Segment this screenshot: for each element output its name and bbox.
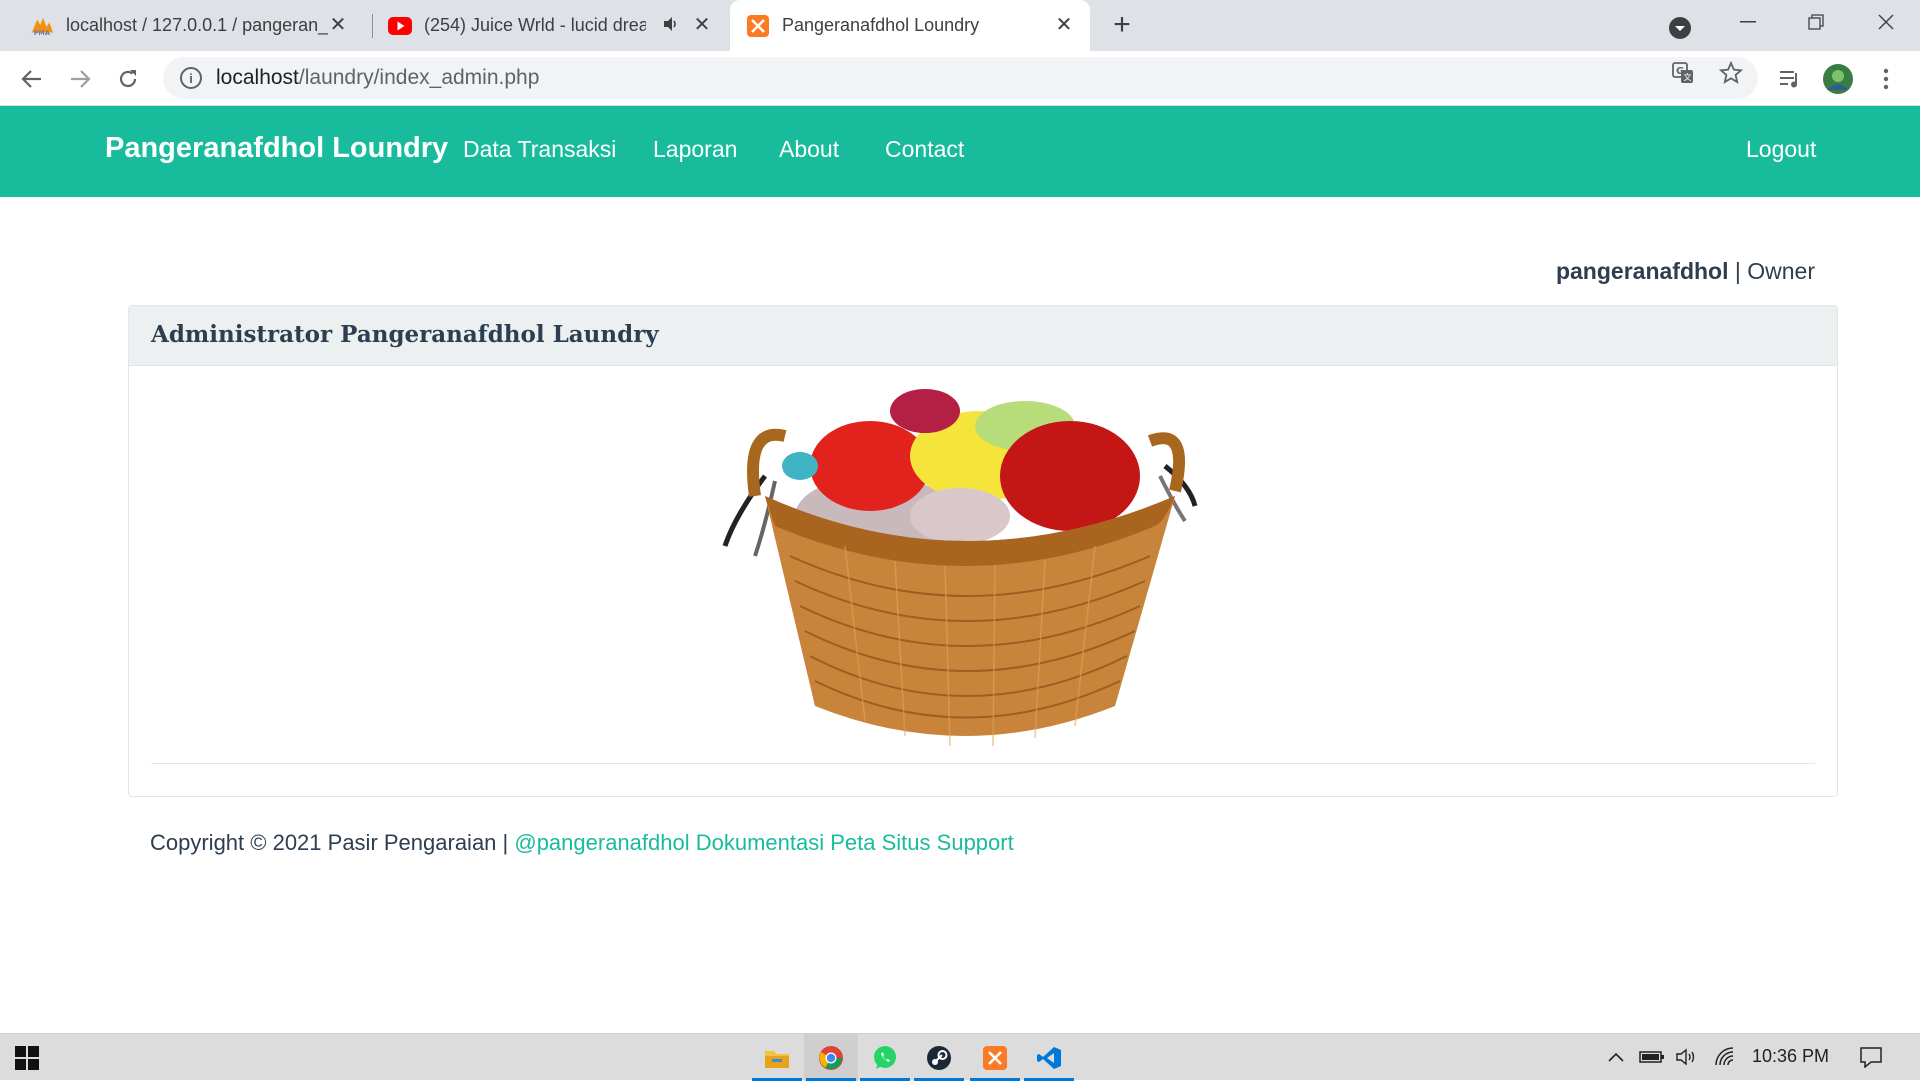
media-control-icon[interactable] bbox=[1774, 63, 1806, 95]
profile-avatar[interactable] bbox=[1822, 63, 1854, 95]
reload-icon[interactable] bbox=[112, 63, 144, 95]
translate-icon[interactable]: G文 bbox=[1670, 60, 1696, 86]
omnibox[interactable]: i localhost/laundry/index_admin.php bbox=[163, 57, 1758, 99]
nav-about[interactable]: About bbox=[779, 136, 839, 163]
svg-text:PMA: PMA bbox=[34, 29, 50, 37]
footer-copyright: Copyright © 2021 Pasir Pengaraian | bbox=[150, 830, 515, 855]
site-navbar: Pangeranafdhol Loundry Data Transaksi La… bbox=[0, 106, 1920, 197]
nav-contact[interactable]: Contact bbox=[885, 136, 964, 163]
url-text[interactable]: localhost/laundry/index_admin.php bbox=[216, 66, 539, 90]
card-divider bbox=[151, 763, 1815, 764]
svg-text:文: 文 bbox=[1684, 72, 1692, 82]
new-tab-button[interactable]: + bbox=[1106, 10, 1138, 42]
forward-arrow-icon[interactable] bbox=[64, 63, 96, 95]
notification-icon[interactable] bbox=[1856, 1044, 1886, 1070]
speaker-icon[interactable] bbox=[662, 15, 680, 38]
menu-kebab-icon[interactable] bbox=[1870, 63, 1902, 95]
back-arrow-icon[interactable] bbox=[16, 63, 48, 95]
username: pangeranafdhol bbox=[1555, 258, 1729, 284]
xampp-icon bbox=[746, 14, 770, 38]
logout-link[interactable]: Logout bbox=[1746, 136, 1816, 163]
close-tab-icon[interactable]: ✕ bbox=[326, 13, 350, 37]
tab-title: (254) Juice Wrld - lucid drear bbox=[424, 15, 646, 35]
user-separator: | bbox=[1728, 258, 1748, 284]
taskbar-clock[interactable]: 10:36 PM bbox=[1752, 1046, 1829, 1067]
footer: Copyright © 2021 Pasir Pengaraian | @pan… bbox=[150, 830, 1014, 856]
youtube-icon bbox=[388, 14, 412, 38]
footer-link-dokumentasi[interactable]: Dokumentasi bbox=[696, 830, 824, 855]
xampp-icon[interactable] bbox=[968, 1034, 1022, 1081]
laundry-basket-image bbox=[695, 386, 1235, 756]
admin-card: Administrator Pangeranafdhol Laundry bbox=[128, 305, 1838, 797]
nav-laporan[interactable]: Laporan bbox=[653, 136, 737, 163]
close-tab-icon[interactable]: ✕ bbox=[690, 13, 714, 37]
footer-link-pangeranafdhol[interactable]: @pangeranafdhol bbox=[514, 830, 689, 855]
user-info: pangeranafdhol | Owner bbox=[1556, 258, 1815, 285]
nav-data-transaksi[interactable]: Data Transaksi bbox=[463, 136, 616, 163]
tab-youtube[interactable]: (254) Juice Wrld - lucid drear ✕ bbox=[378, 0, 728, 51]
info-icon[interactable]: i bbox=[180, 67, 202, 89]
close-window-button[interactable] bbox=[1852, 0, 1920, 44]
minimize-button[interactable] bbox=[1714, 0, 1782, 44]
user-role: Owner bbox=[1747, 258, 1815, 284]
card-header: Administrator Pangeranafdhol Laundry bbox=[129, 306, 1837, 366]
file-explorer-icon[interactable] bbox=[750, 1034, 804, 1081]
tab-title: localhost / 127.0.0.1 / pangeran_l bbox=[66, 15, 328, 35]
volume-icon[interactable] bbox=[1674, 1044, 1700, 1070]
browser-tabstrip: PMA localhost / 127.0.0.1 / pangeran_l ✕… bbox=[0, 0, 1920, 51]
whatsapp-icon[interactable] bbox=[858, 1034, 912, 1081]
tab-phpmyadmin[interactable]: PMA localhost / 127.0.0.1 / pangeran_l ✕ bbox=[18, 0, 364, 51]
footer-link-peta-situs[interactable]: Peta Situs bbox=[830, 830, 930, 855]
windows-start-icon[interactable] bbox=[0, 1034, 54, 1081]
footer-link-support[interactable]: Support bbox=[937, 830, 1014, 855]
chrome-icon[interactable] bbox=[804, 1034, 858, 1081]
close-tab-icon[interactable]: ✕ bbox=[1052, 13, 1076, 37]
address-bar-row: i localhost/laundry/index_admin.php G文 bbox=[0, 51, 1920, 106]
restore-button[interactable] bbox=[1782, 0, 1850, 44]
steam-icon[interactable] bbox=[912, 1034, 966, 1081]
tab-search-icon[interactable] bbox=[1646, 6, 1714, 50]
chevron-up-icon[interactable] bbox=[1604, 1044, 1628, 1070]
windows-taskbar: 10:36 PM bbox=[0, 1033, 1920, 1081]
battery-icon[interactable] bbox=[1638, 1044, 1666, 1070]
tab-separator bbox=[372, 14, 373, 38]
brand-link[interactable]: Pangeranafdhol Loundry bbox=[105, 132, 448, 165]
bookmark-star-icon[interactable] bbox=[1718, 60, 1744, 86]
vscode-icon[interactable] bbox=[1022, 1034, 1076, 1081]
phpmyadmin-icon: PMA bbox=[30, 14, 54, 38]
tab-title: Pangeranafdhol Loundry bbox=[782, 15, 980, 35]
wifi-icon[interactable] bbox=[1712, 1044, 1738, 1070]
tab-pangeranafdhol[interactable]: Pangeranafdhol Loundry ✕ bbox=[730, 0, 1090, 51]
